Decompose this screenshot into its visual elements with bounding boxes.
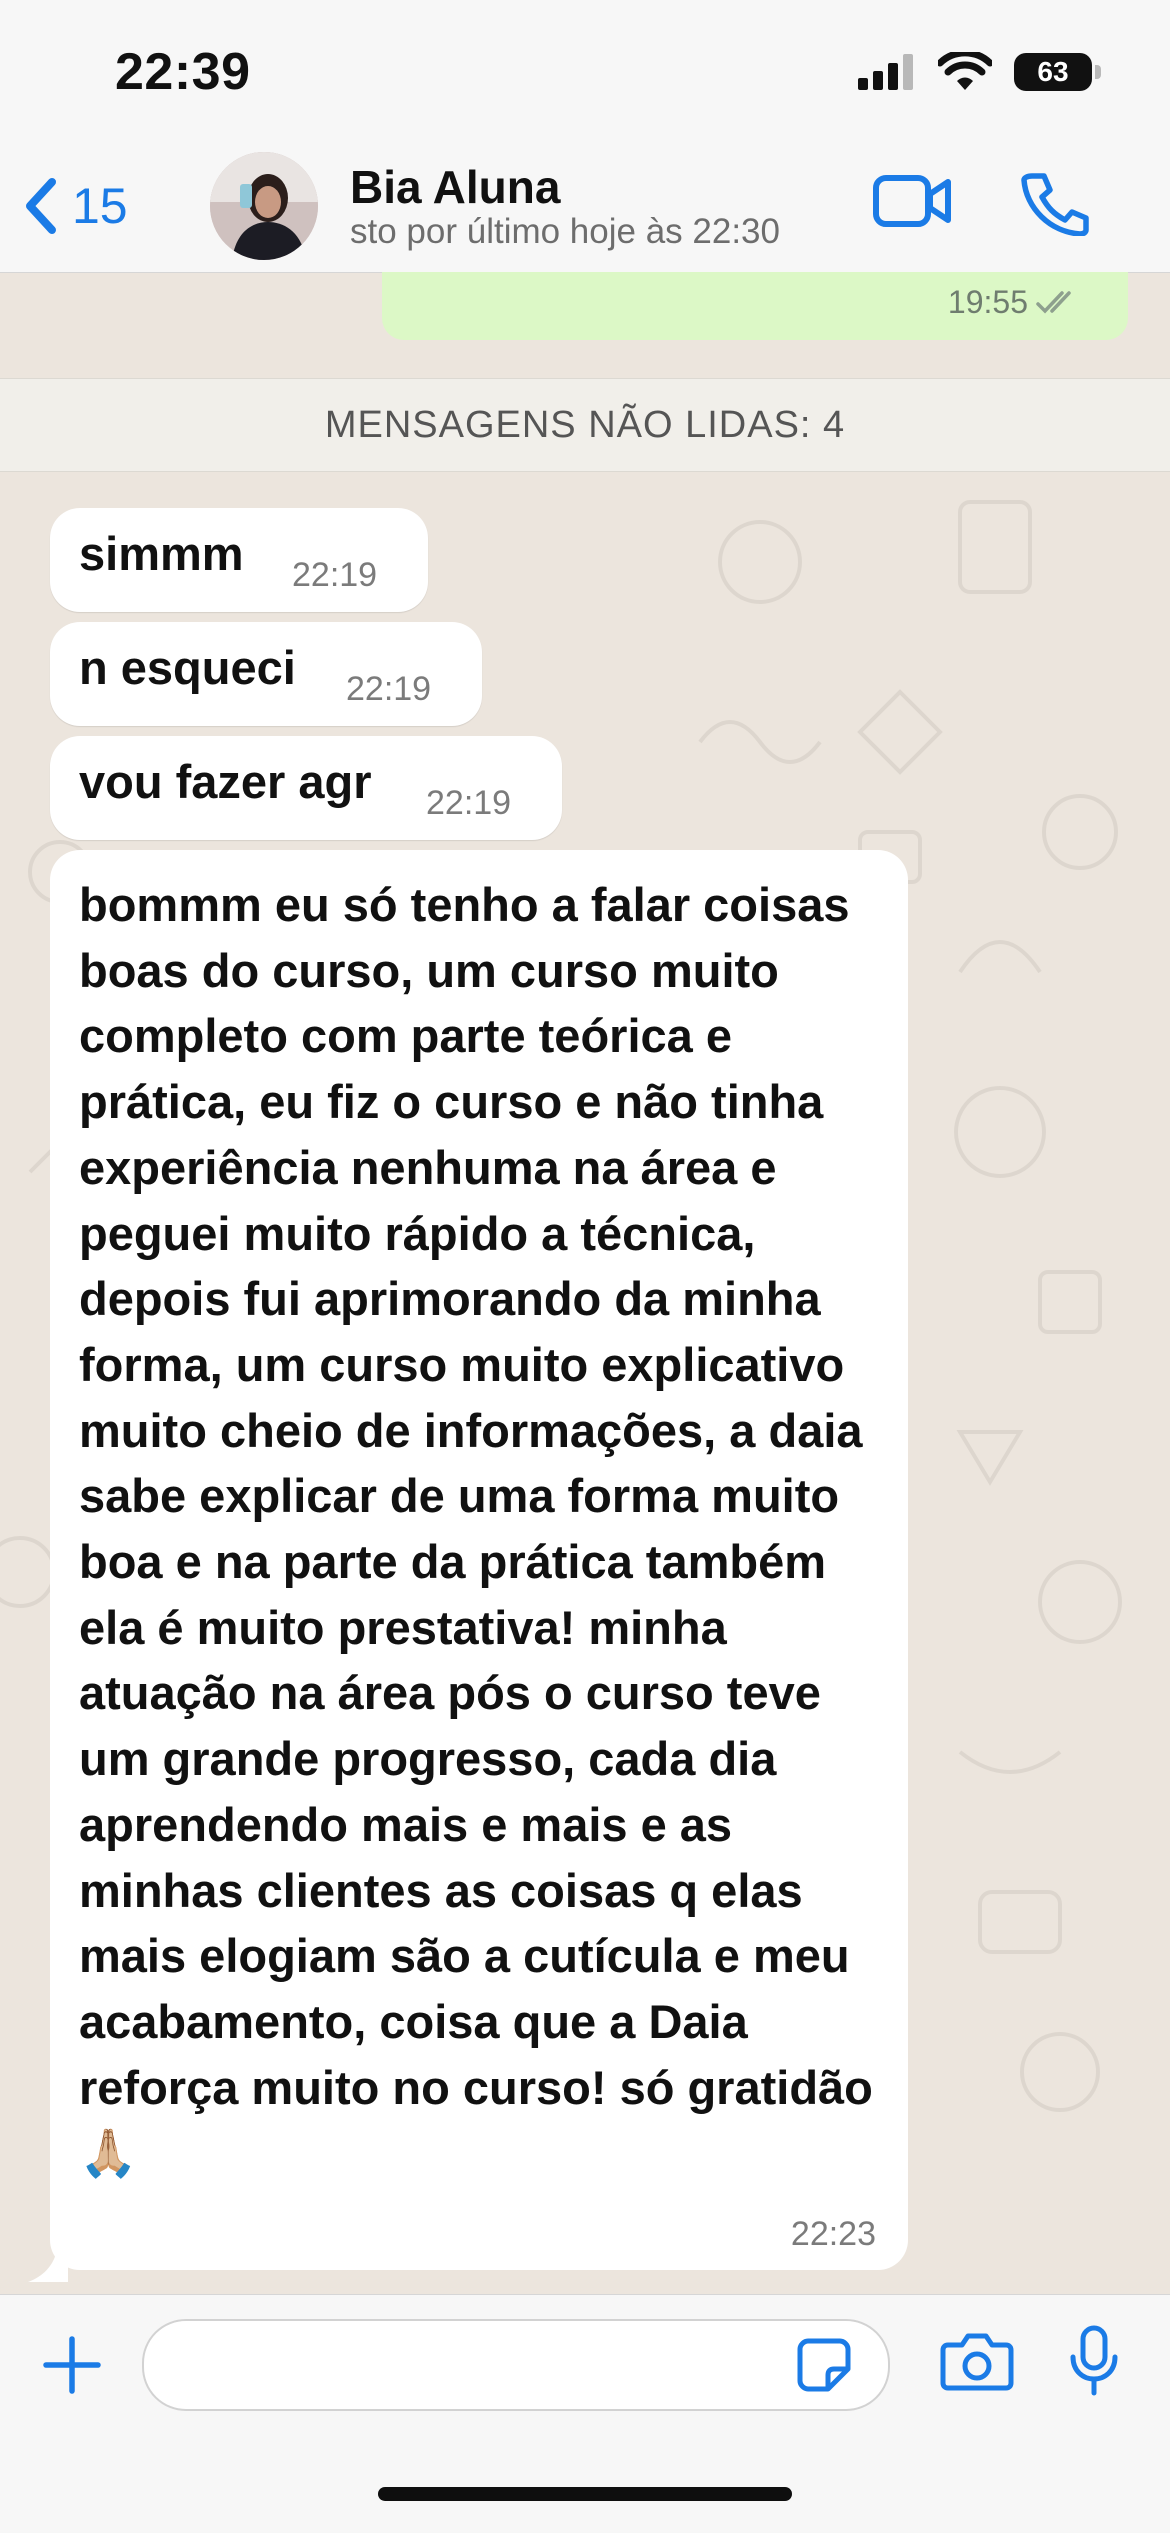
status-time: 22:39 (115, 43, 251, 101)
message-time: 22:19 (292, 556, 378, 594)
incoming-message[interactable]: simmm 22:19 (50, 508, 428, 612)
sticker-icon[interactable] (796, 2337, 852, 2393)
message-input[interactable] (142, 2319, 890, 2411)
message-text: bommm eu só tenho a falar coisas boas do… (79, 878, 873, 2180)
message-time: 22:23 (790, 2215, 876, 2253)
message-time: 22:19 (346, 670, 432, 708)
message-composer (0, 2294, 1170, 2533)
outgoing-message[interactable]: 19:55 (382, 272, 1128, 340)
incoming-message[interactable]: vou fazer agr 22:19 (50, 736, 562, 840)
status-bar: 22:39 63 (0, 0, 1170, 150)
message-text: vou fazer agr (79, 755, 372, 808)
battery-icon: 63 (1014, 53, 1101, 91)
home-indicator[interactable] (378, 2487, 792, 2501)
unread-messages-divider: MENSAGENS NÃO LIDAS: 4 (0, 378, 1170, 472)
incoming-message[interactable]: n esqueci 22:19 (50, 622, 482, 726)
message-text: n esqueci (79, 641, 296, 694)
message-meta: 19:55 (948, 284, 1080, 321)
signal-icon (858, 54, 913, 90)
contact-last-seen: sto por último hoje às 22:30 (350, 212, 780, 251)
chat-header: 15 Bia Aluna sto por último hoje às 22:3… (0, 150, 1170, 273)
bubble-tail (28, 2254, 68, 2282)
microphone-icon[interactable] (1068, 2325, 1120, 2397)
message-list[interactable]: 19:55 MENSAGENS NÃO LIDAS: 4 simmm 22:19… (0, 272, 1170, 2294)
read-receipt-icon (1036, 290, 1071, 314)
video-call-icon[interactable] (872, 172, 952, 230)
contact-name[interactable]: Bia Aluna (350, 160, 560, 214)
message-time: 19:55 (947, 284, 1028, 320)
plus-icon[interactable] (42, 2335, 102, 2395)
incoming-message[interactable]: bommm eu só tenho a falar coisas boas do… (50, 850, 908, 2270)
message-text: simmm (79, 527, 244, 580)
status-icons: 63 (858, 52, 1101, 92)
camera-icon[interactable] (940, 2331, 1014, 2391)
message-time: 22:19 (426, 784, 512, 822)
avatar[interactable] (210, 152, 318, 260)
battery-level: 63 (1037, 56, 1069, 87)
back-button[interactable]: 15 (22, 176, 128, 236)
back-chevron-icon (26, 178, 56, 234)
unread-chats-count: 15 (72, 178, 128, 234)
wifi-icon (938, 52, 992, 90)
phone-call-icon[interactable] (1020, 170, 1090, 236)
